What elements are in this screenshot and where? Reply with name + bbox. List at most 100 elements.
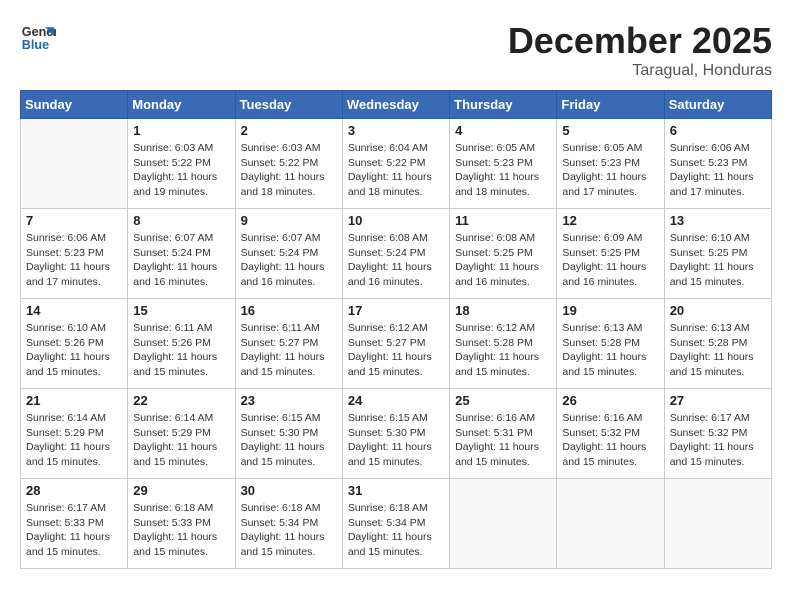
day-info: Sunrise: 6:12 AM Sunset: 5:27 PM Dayligh… bbox=[348, 321, 444, 380]
day-number: 9 bbox=[241, 213, 337, 228]
calendar-cell bbox=[450, 479, 557, 569]
day-info: Sunrise: 6:06 AM Sunset: 5:23 PM Dayligh… bbox=[670, 141, 766, 200]
day-info: Sunrise: 6:12 AM Sunset: 5:28 PM Dayligh… bbox=[455, 321, 551, 380]
calendar-cell: 15Sunrise: 6:11 AM Sunset: 5:26 PM Dayli… bbox=[128, 299, 235, 389]
calendar-cell: 25Sunrise: 6:16 AM Sunset: 5:31 PM Dayli… bbox=[450, 389, 557, 479]
calendar-cell: 5Sunrise: 6:05 AM Sunset: 5:23 PM Daylig… bbox=[557, 119, 664, 209]
calendar-cell: 22 Sunrise: 6:14 AM Sunset: 5:29 PM Dayli… bbox=[128, 389, 235, 479]
calendar-week-3: 14 Sunrise: 6:10 AM Sunset: 5:26 PM Dayli… bbox=[21, 299, 772, 389]
day-number: 12 bbox=[562, 213, 658, 228]
day-number: 31 bbox=[348, 483, 444, 498]
calendar-cell bbox=[21, 119, 128, 209]
calendar-cell: 10Sunrise: 6:08 AM Sunset: 5:24 PM Dayli… bbox=[342, 209, 449, 299]
calendar-cell: 11 Sunrise: 6:08 AM Sunset: 5:25 PM Dayli… bbox=[450, 209, 557, 299]
title-area: December 2025 Taragual, Honduras bbox=[508, 20, 772, 80]
day-number: 11 bbox=[455, 213, 551, 228]
calendar-cell: 19 Sunrise: 6:13 AM Sunset: 5:28 PM Dayli… bbox=[557, 299, 664, 389]
calendar-table: Sunday Monday Tuesday Wednesday Thursday… bbox=[20, 90, 772, 569]
day-info: Sunrise: 6:03 AM Sunset: 5:22 PM Dayligh… bbox=[133, 141, 229, 200]
day-info: Sunrise: 6:10 AM Sunset: 5:26 PM Dayligh… bbox=[26, 321, 122, 380]
day-number: 22 bbox=[133, 393, 229, 408]
calendar-week-5: 28 Sunrise: 6:17 AM Sunset: 5:33 PM Dayli… bbox=[21, 479, 772, 569]
calendar-cell: 1 Sunrise: 6:03 AM Sunset: 5:22 PM Daylig… bbox=[128, 119, 235, 209]
calendar-cell: 29 Sunrise: 6:18 AM Sunset: 5:33 PM Dayli… bbox=[128, 479, 235, 569]
logo: General Blue bbox=[20, 20, 56, 56]
day-number: 21 bbox=[26, 393, 122, 408]
day-info: Sunrise: 6:10 AM Sunset: 5:25 PM Dayligh… bbox=[670, 231, 766, 290]
day-number: 8 bbox=[133, 213, 229, 228]
day-info: Sunrise: 6:18 AM Sunset: 5:33 PM Dayligh… bbox=[133, 501, 229, 560]
day-number: 4 bbox=[455, 123, 551, 138]
col-tuesday: Tuesday bbox=[235, 91, 342, 119]
day-info: Sunrise: 6:17 AM Sunset: 5:33 PM Dayligh… bbox=[26, 501, 122, 560]
day-number: 30 bbox=[241, 483, 337, 498]
day-info: Sunrise: 6:11 AM Sunset: 5:27 PM Dayligh… bbox=[241, 321, 337, 380]
day-number: 2 bbox=[241, 123, 337, 138]
day-info: Sunrise: 6:17 AM Sunset: 5:32 PM Dayligh… bbox=[670, 411, 766, 470]
calendar-cell bbox=[664, 479, 771, 569]
day-number: 3 bbox=[348, 123, 444, 138]
day-info: Sunrise: 6:11 AM Sunset: 5:26 PM Dayligh… bbox=[133, 321, 229, 380]
calendar-cell: 4 Sunrise: 6:05 AM Sunset: 5:23 PM Daylig… bbox=[450, 119, 557, 209]
calendar-week-4: 21 Sunrise: 6:14 AM Sunset: 5:29 PM Dayli… bbox=[21, 389, 772, 479]
calendar-cell: 14 Sunrise: 6:10 AM Sunset: 5:26 PM Dayli… bbox=[21, 299, 128, 389]
day-info: Sunrise: 6:18 AM Sunset: 5:34 PM Dayligh… bbox=[241, 501, 337, 560]
calendar-cell: 31 Sunrise: 6:18 AM Sunset: 5:34 PM Dayli… bbox=[342, 479, 449, 569]
day-info: Sunrise: 6:16 AM Sunset: 5:31 PM Dayligh… bbox=[455, 411, 551, 470]
day-number: 20 bbox=[670, 303, 766, 318]
day-number: 14 bbox=[26, 303, 122, 318]
calendar-cell: 12 Sunrise: 6:09 AM Sunset: 5:25 PM Dayli… bbox=[557, 209, 664, 299]
calendar-cell: 24Sunrise: 6:15 AM Sunset: 5:30 PM Dayli… bbox=[342, 389, 449, 479]
day-info: Sunrise: 6:07 AM Sunset: 5:24 PM Dayligh… bbox=[241, 231, 337, 290]
day-number: 19 bbox=[562, 303, 658, 318]
calendar-cell: 26Sunrise: 6:16 AM Sunset: 5:32 PM Dayli… bbox=[557, 389, 664, 479]
day-number: 18 bbox=[455, 303, 551, 318]
day-info: Sunrise: 6:05 AM Sunset: 5:23 PM Dayligh… bbox=[455, 141, 551, 200]
day-info: Sunrise: 6:09 AM Sunset: 5:25 PM Dayligh… bbox=[562, 231, 658, 290]
day-number: 1 bbox=[133, 123, 229, 138]
calendar-cell: 7 Sunrise: 6:06 AM Sunset: 5:23 PM Daylig… bbox=[21, 209, 128, 299]
day-info: Sunrise: 6:14 AM Sunset: 5:29 PM Dayligh… bbox=[133, 411, 229, 470]
col-sunday: Sunday bbox=[21, 91, 128, 119]
day-info: Sunrise: 6:03 AM Sunset: 5:22 PM Dayligh… bbox=[241, 141, 337, 200]
day-number: 7 bbox=[26, 213, 122, 228]
calendar-week-2: 7 Sunrise: 6:06 AM Sunset: 5:23 PM Daylig… bbox=[21, 209, 772, 299]
day-number: 6 bbox=[670, 123, 766, 138]
day-info: Sunrise: 6:07 AM Sunset: 5:24 PM Dayligh… bbox=[133, 231, 229, 290]
calendar-cell: 28 Sunrise: 6:17 AM Sunset: 5:33 PM Dayli… bbox=[21, 479, 128, 569]
col-monday: Monday bbox=[128, 91, 235, 119]
day-info: Sunrise: 6:15 AM Sunset: 5:30 PM Dayligh… bbox=[241, 411, 337, 470]
calendar-cell: 30 Sunrise: 6:18 AM Sunset: 5:34 PM Dayli… bbox=[235, 479, 342, 569]
day-number: 17 bbox=[348, 303, 444, 318]
day-number: 28 bbox=[26, 483, 122, 498]
calendar-cell bbox=[557, 479, 664, 569]
header: General Blue December 2025 Taragual, Hon… bbox=[20, 20, 772, 80]
day-info: Sunrise: 6:08 AM Sunset: 5:24 PM Dayligh… bbox=[348, 231, 444, 290]
calendar-cell: 20 Sunrise: 6:13 AM Sunset: 5:28 PM Dayli… bbox=[664, 299, 771, 389]
day-info: Sunrise: 6:06 AM Sunset: 5:23 PM Dayligh… bbox=[26, 231, 122, 290]
day-info: Sunrise: 6:18 AM Sunset: 5:34 PM Dayligh… bbox=[348, 501, 444, 560]
month-year: December 2025 bbox=[508, 20, 772, 62]
calendar-cell: 21 Sunrise: 6:14 AM Sunset: 5:29 PM Dayli… bbox=[21, 389, 128, 479]
calendar-cell: 2 Sunrise: 6:03 AM Sunset: 5:22 PM Daylig… bbox=[235, 119, 342, 209]
calendar-cell: 18 Sunrise: 6:12 AM Sunset: 5:28 PM Dayli… bbox=[450, 299, 557, 389]
day-info: Sunrise: 6:14 AM Sunset: 5:29 PM Dayligh… bbox=[26, 411, 122, 470]
svg-text:Blue: Blue bbox=[22, 38, 49, 52]
day-info: Sunrise: 6:16 AM Sunset: 5:32 PM Dayligh… bbox=[562, 411, 658, 470]
calendar-cell: 13Sunrise: 6:10 AM Sunset: 5:25 PM Dayli… bbox=[664, 209, 771, 299]
calendar-cell: 17 Sunrise: 6:12 AM Sunset: 5:27 PM Dayli… bbox=[342, 299, 449, 389]
day-info: Sunrise: 6:13 AM Sunset: 5:28 PM Dayligh… bbox=[670, 321, 766, 380]
day-number: 5 bbox=[562, 123, 658, 138]
day-number: 16 bbox=[241, 303, 337, 318]
calendar-cell: 9 Sunrise: 6:07 AM Sunset: 5:24 PM Daylig… bbox=[235, 209, 342, 299]
logo-icon: General Blue bbox=[20, 20, 56, 56]
col-thursday: Thursday bbox=[450, 91, 557, 119]
day-info: Sunrise: 6:04 AM Sunset: 5:22 PM Dayligh… bbox=[348, 141, 444, 200]
day-info: Sunrise: 6:08 AM Sunset: 5:25 PM Dayligh… bbox=[455, 231, 551, 290]
calendar-cell: 16 Sunrise: 6:11 AM Sunset: 5:27 PM Dayli… bbox=[235, 299, 342, 389]
day-number: 24 bbox=[348, 393, 444, 408]
day-info: Sunrise: 6:13 AM Sunset: 5:28 PM Dayligh… bbox=[562, 321, 658, 380]
col-saturday: Saturday bbox=[664, 91, 771, 119]
calendar-week-1: 1 Sunrise: 6:03 AM Sunset: 5:22 PM Daylig… bbox=[21, 119, 772, 209]
day-number: 29 bbox=[133, 483, 229, 498]
